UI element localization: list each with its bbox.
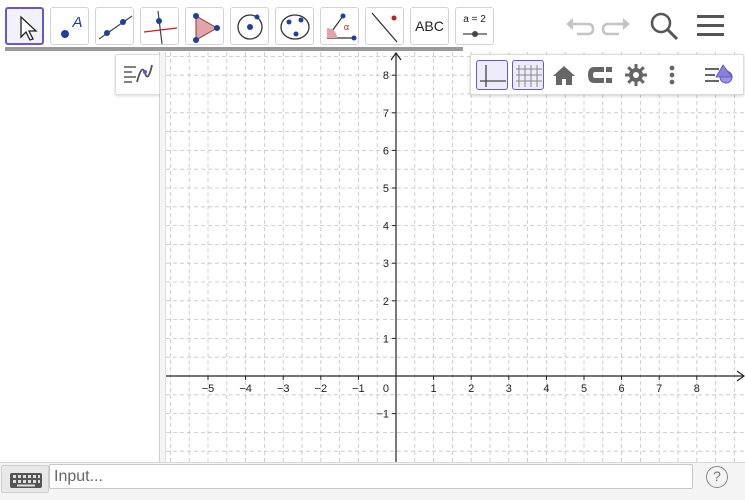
slider-icon [463,31,487,37]
y-tick-label: 8 [383,70,389,82]
show-axes-icon [480,65,506,87]
algebra-description-icon [124,64,153,83]
arrow-cursor-icon [20,15,38,41]
toolbar-progress-line [5,47,463,51]
settings-gear-icon [625,64,647,86]
point-capturing-icon [588,67,612,83]
algebra-view-menu-button[interactable] [115,54,160,95]
x-tick-label: −1 [352,383,365,395]
y-tick-label: 4 [383,221,389,233]
circle-with-center-icon [237,14,263,40]
redo-button[interactable] [600,10,634,42]
style-bar-menu-icon [705,64,733,84]
text-tool[interactable]: ABC [410,7,449,45]
graphics-view[interactable]: −5 −4 −3 −2 −1 1 2 3 4 5 6 7 8 8 7 6 5 4 3 2 1 −1 0 [166,52,745,462]
keyboard-icon [10,473,42,488]
search-button[interactable] [647,10,681,42]
graphics-style-bar [470,54,744,95]
x-tick-label: −3 [277,383,290,395]
conic-through-points-tool[interactable] [275,7,314,45]
move-tool[interactable] [5,7,44,45]
x-tick-label: 8 [694,383,700,395]
x-tick-label: 2 [468,383,474,395]
show-grid-icon [516,65,542,87]
more-vertical-icon [669,65,675,85]
input-help-button[interactable]: ? [706,466,728,488]
search-icon [650,12,679,41]
angle-tool[interactable]: α [320,7,359,45]
origin-label: 0 [383,383,389,395]
x-tick-label: −5 [202,383,215,395]
ellipse-through-points-icon [280,14,310,40]
standard-view-button[interactable] [548,60,580,90]
angle-tool-label: α [343,22,350,32]
reflect-about-line-icon [371,12,398,43]
undo-button[interactable] [562,10,596,42]
help-icon: ? [713,468,721,484]
line-through-points-icon [98,15,133,40]
y-tick-label: 2 [383,296,389,308]
y-tick-label: 1 [383,333,389,345]
hamburger-menu-icon [697,15,724,36]
y-tick-label: 7 [383,108,389,120]
line-tool[interactable] [95,7,134,45]
algebra-view[interactable] [0,52,160,462]
style-bar-menu-button[interactable] [703,60,735,90]
more-options-button[interactable] [656,60,688,90]
x-tick-label: 7 [656,383,662,395]
undo-icon [566,18,595,36]
geogebra-app: A α ABC a = 2 −5 −4 −3 −2 −1 1 2 3 4 5 6… [0,0,745,500]
text-tool-label: ABC [415,18,444,34]
perpendicular-line-tool[interactable] [140,7,179,45]
point-tool-label: A [72,14,83,31]
polygon-tool[interactable] [185,7,224,45]
main-menu-button[interactable] [694,10,728,42]
toggle-axes-button[interactable] [476,60,508,90]
circle-center-point-tool[interactable] [230,7,269,45]
x-tick-label: 5 [581,383,587,395]
x-tick-label: −2 [315,383,328,395]
triangle-polygon-icon [193,13,220,43]
x-tick-label: 3 [506,383,512,395]
perpendicular-line-icon [143,10,178,45]
slider-tool[interactable]: a = 2 [455,7,494,45]
y-tick-label: 3 [383,258,389,270]
x-tick-label: −4 [239,383,252,395]
x-tick-label: 1 [431,383,437,395]
y-tick-label: −1 [376,409,389,421]
graphics-settings-button[interactable] [620,60,652,90]
x-tick-label: 6 [619,383,625,395]
virtual-keyboard-button[interactable] [1,465,49,493]
coordinate-plane: −5 −4 −3 −2 −1 1 2 3 4 5 6 7 8 8 7 6 5 4 3 2 1 −1 0 [166,52,745,462]
toggle-grid-button[interactable] [512,60,544,90]
reflect-tool[interactable] [365,7,404,45]
point-tool[interactable]: A [50,7,89,45]
toolbar: A α ABC a = 2 [0,0,745,51]
point-capturing-button[interactable] [584,60,616,90]
redo-icon [601,18,630,36]
x-tick-label: 4 [543,383,549,395]
algebra-input-field[interactable] [49,464,693,489]
home-icon [553,66,575,85]
y-tick-label: 5 [383,183,389,195]
y-tick-label: 6 [383,145,389,157]
